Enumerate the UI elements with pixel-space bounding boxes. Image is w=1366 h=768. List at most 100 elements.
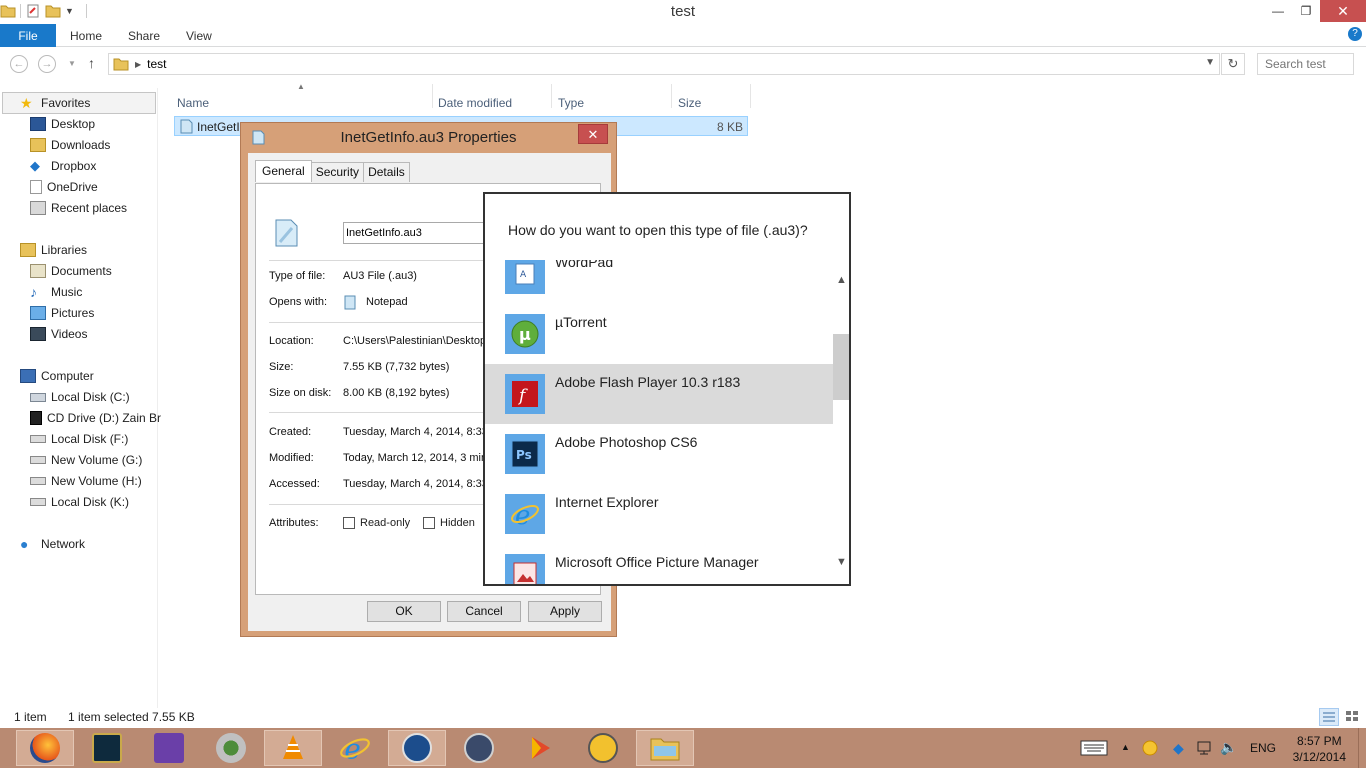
tab-home[interactable]: Home xyxy=(70,29,102,43)
network-tray-icon[interactable] xyxy=(1196,740,1212,759)
app-list-scrollbar[interactable]: ▲ ▼ xyxy=(833,260,849,584)
nav-computer[interactable]: Computer xyxy=(20,369,94,383)
details-view-button[interactable] xyxy=(1319,708,1339,726)
volume-icon[interactable]: 🔈 xyxy=(1220,739,1237,756)
nav-pictures[interactable]: Pictures xyxy=(30,306,94,320)
desktop-icon xyxy=(30,117,46,131)
nav-libraries[interactable]: Libraries xyxy=(20,243,87,257)
show-hidden-icons-icon[interactable]: ▲ xyxy=(1121,742,1130,752)
back-button[interactable]: ← xyxy=(10,55,28,73)
nav-drive-f[interactable]: Local Disk (F:) xyxy=(30,432,128,446)
tab-security[interactable]: Security xyxy=(310,162,365,182)
scrollbar-thumb[interactable] xyxy=(833,334,849,400)
app-name: Internet Explorer xyxy=(555,494,659,510)
scroll-down-icon[interactable]: ▼ xyxy=(836,556,847,568)
taskbar-autoit[interactable] xyxy=(388,730,446,766)
dialog-close-button[interactable]: ✕ xyxy=(578,124,608,144)
app-item-photoshop[interactable]: Ps Adobe Photoshop CS6 xyxy=(485,424,833,484)
ribbon-tabs: File Home Share View ? xyxy=(0,24,1366,47)
column-type[interactable]: Type xyxy=(558,96,584,110)
visual-studio-icon xyxy=(154,733,184,763)
nav-desktop[interactable]: Desktop xyxy=(30,117,95,131)
nav-drive-g[interactable]: New Volume (G:) xyxy=(30,453,142,467)
created-value: Tuesday, March 4, 2014, 8:33 xyxy=(343,426,488,438)
apply-button[interactable]: Apply xyxy=(528,601,602,622)
recent-locations-icon[interactable]: ▼ xyxy=(68,59,76,68)
documents-icon xyxy=(30,264,46,278)
refresh-button[interactable]: ↻ xyxy=(1221,53,1245,75)
nav-downloads[interactable]: Downloads xyxy=(30,138,110,152)
attributes-label: Attributes: xyxy=(269,517,319,529)
up-button[interactable]: ↑ xyxy=(88,55,95,71)
scroll-up-icon[interactable]: ▲ xyxy=(836,274,847,286)
modified-value: Today, March 12, 2014, 3 min xyxy=(343,452,488,464)
tab-details[interactable]: Details xyxy=(363,162,410,182)
taskbar-vlc[interactable] xyxy=(264,730,322,766)
app-list: A WordPad µ µTorrent f Adobe Flash Playe… xyxy=(485,260,833,584)
tab-view[interactable]: View xyxy=(186,29,212,43)
taskbar-firefox[interactable] xyxy=(16,730,74,766)
column-size[interactable]: Size xyxy=(678,96,701,110)
taskbar-league-of-legends[interactable] xyxy=(78,730,136,766)
tab-general[interactable]: General xyxy=(255,160,312,182)
address-bar[interactable]: ▶ test ▼ xyxy=(108,53,1220,75)
column-name[interactable]: Name xyxy=(177,96,209,110)
pictures-icon xyxy=(30,306,46,320)
taskbar-internet-explorer[interactable]: e xyxy=(326,730,384,766)
breadcrumb[interactable]: test xyxy=(147,57,166,71)
tab-share[interactable]: Share xyxy=(128,29,160,43)
help-icon[interactable]: ? xyxy=(1348,27,1362,41)
messenger-tray-icon[interactable] xyxy=(1142,740,1158,759)
hidden-checkbox[interactable]: Hidden xyxy=(423,517,475,529)
nav-dropbox[interactable]: ◆ Dropbox xyxy=(30,159,96,174)
firefox-icon xyxy=(30,733,60,763)
nav-documents[interactable]: Documents xyxy=(30,264,112,278)
close-button[interactable]: ✕ xyxy=(1320,0,1366,22)
taskbar-visual-studio[interactable] xyxy=(140,730,198,766)
app-item-flash-player[interactable]: f Adobe Flash Player 10.3 r183 xyxy=(485,364,833,424)
webcam-icon xyxy=(216,733,246,763)
internet-explorer-icon: e xyxy=(505,494,545,534)
taskbar-webcam[interactable] xyxy=(202,730,260,766)
size-label: Size: xyxy=(269,361,294,373)
chevron-down-icon[interactable]: ▼ xyxy=(1205,57,1215,68)
touch-keyboard-icon[interactable] xyxy=(1080,740,1108,759)
maximize-button[interactable]: ❐ xyxy=(1292,0,1320,22)
minimize-button[interactable]: — xyxy=(1264,0,1292,22)
nav-drive-k[interactable]: Local Disk (K:) xyxy=(30,495,129,509)
large-icons-view-button[interactable] xyxy=(1343,708,1363,726)
app-name: Adobe Flash Player 10.3 r183 xyxy=(555,374,741,390)
clock[interactable]: 8:57 PM 3/12/2014 xyxy=(1293,733,1346,765)
taskbar-plex[interactable] xyxy=(512,730,570,766)
nav-favorites[interactable]: ★ Favorites xyxy=(20,96,90,110)
dropbox-tray-icon[interactable]: ◆ xyxy=(1173,740,1184,757)
nav-drive-h[interactable]: New Volume (H:) xyxy=(30,474,142,488)
cancel-button[interactable]: Cancel xyxy=(447,601,521,622)
nav-network[interactable]: ● Network xyxy=(20,537,85,551)
app-item-utorrent[interactable]: µ µTorrent xyxy=(485,304,833,364)
app-item-wordpad[interactable]: A WordPad xyxy=(485,260,833,304)
taskbar-autoit-v3[interactable] xyxy=(450,730,508,766)
nav-drive-c[interactable]: Local Disk (C:) xyxy=(30,390,130,404)
input-language[interactable]: ENG xyxy=(1250,741,1276,755)
forward-button[interactable]: → xyxy=(38,55,56,73)
show-desktop-button[interactable] xyxy=(1358,728,1366,768)
tab-file[interactable]: File xyxy=(0,24,56,47)
taskbar-editor[interactable] xyxy=(574,730,632,766)
nav-videos[interactable]: Videos xyxy=(30,327,87,341)
app-item-internet-explorer[interactable]: e Internet Explorer xyxy=(485,484,833,544)
nav-onedrive[interactable]: OneDrive xyxy=(30,180,98,194)
file-size: 8 KB xyxy=(716,120,743,134)
ok-button[interactable]: OK xyxy=(367,601,441,622)
nav-music[interactable]: ♪ Music xyxy=(30,285,82,299)
item-count: 1 item xyxy=(14,710,47,724)
created-label: Created: xyxy=(269,426,312,438)
chevron-right-icon[interactable]: ▶ xyxy=(135,60,141,69)
taskbar-file-explorer[interactable] xyxy=(636,730,694,766)
search-input[interactable] xyxy=(1257,53,1354,75)
app-item-picture-manager[interactable]: Microsoft Office Picture Manager xyxy=(485,544,833,584)
column-date-modified[interactable]: Date modified xyxy=(438,96,512,110)
nav-recent-places[interactable]: Recent places xyxy=(30,201,127,215)
readonly-checkbox[interactable]: Read-only xyxy=(343,517,410,529)
nav-drive-d[interactable]: CD Drive (D:) Zain Br xyxy=(30,411,161,425)
